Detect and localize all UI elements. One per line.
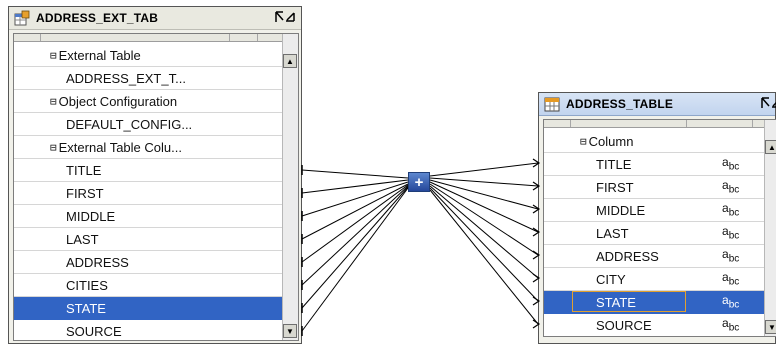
varchar-type-icon: abc (722, 270, 740, 288)
column-row-source[interactable]: SOURCE abc (544, 314, 776, 336)
column-row-middle[interactable]: MIDDLE abc (544, 199, 776, 222)
out-wire-state (429, 187, 539, 302)
wire-address (301, 184, 409, 263)
table-icon (544, 97, 560, 112)
group-row-external-table[interactable]: ⊟ External Table (14, 44, 298, 67)
address-ext-tab-operator[interactable]: ADDRESS_EXT_TAB ⊟ External Table ADDRESS… (8, 6, 302, 344)
group-row-external-table-columns[interactable]: ⊟ External Table Colu... (14, 136, 298, 159)
row-label: External Table Colu... (58, 139, 182, 155)
row-label: ADDRESS_EXT_T... (66, 70, 186, 86)
minimize-icon[interactable] (275, 10, 295, 24)
wire-source (301, 187, 409, 332)
wire-middle (301, 181, 409, 217)
varchar-type-icon: abc (722, 201, 740, 219)
varchar-type-icon: abc (722, 293, 740, 311)
address-ext-tab-header[interactable]: ADDRESS_EXT_TAB (9, 7, 301, 30)
varchar-type-icon: abc (722, 316, 740, 334)
out-wire-source (429, 189, 539, 325)
row-label: STATE (596, 294, 636, 310)
row-label: Object Configuration (58, 93, 178, 109)
minimize-icon[interactable] (761, 96, 776, 110)
attribute-row-address[interactable]: ADDRESS (14, 251, 298, 274)
vertical-scrollbar[interactable]: ▲ ▼ (764, 120, 776, 336)
column-row-address[interactable]: ADDRESS abc (544, 245, 776, 268)
row-label: MIDDLE (596, 202, 646, 218)
column-row-title[interactable]: TITLE abc (544, 153, 776, 176)
wire-first (301, 179, 409, 194)
out-wire-title (429, 162, 539, 177)
out-wire-first (429, 177, 539, 187)
operator-title: ADDRESS_TABLE (566, 97, 674, 111)
output-wires (429, 162, 539, 325)
column-row-city[interactable]: CITY abc (544, 268, 776, 291)
address-table-header[interactable]: ADDRESS_TABLE (539, 93, 776, 116)
out-wire-last (429, 181, 539, 233)
collapse-toggle-icon[interactable]: ⊟ (50, 95, 57, 108)
row-label: CITIES (66, 277, 108, 293)
row-label: LAST (596, 225, 629, 241)
wire-state (301, 186, 409, 309)
operator-title: ADDRESS_EXT_TAB (36, 11, 159, 25)
attribute-grid[interactable]: ⊟ Column TITLE abc FIRST abc MIDDLE abc … (543, 119, 776, 337)
attribute-row-last[interactable]: LAST (14, 228, 298, 251)
varchar-type-icon: abc (722, 247, 740, 265)
row-label: DEFAULT_CONFIG... (66, 116, 193, 132)
attribute-row-source[interactable]: SOURCE (14, 320, 298, 340)
row-label: External Table (58, 47, 141, 63)
input-wires (301, 169, 409, 332)
grid-header (14, 34, 298, 42)
scroll-up-button[interactable]: ▲ (765, 140, 776, 154)
row-label: SOURCE (596, 317, 652, 333)
collapse-toggle-icon[interactable]: ⊟ (50, 141, 57, 154)
collapse-toggle-icon[interactable]: ⊟ (580, 135, 587, 148)
group-row-object-configuration[interactable]: ⊟ Object Configuration (14, 90, 298, 113)
row-label: CITY (596, 271, 626, 287)
list-item[interactable]: ADDRESS_EXT_T... (14, 67, 298, 90)
attribute-row-title[interactable]: TITLE (14, 159, 298, 182)
row-label: MIDDLE (66, 208, 116, 224)
out-wire-address (429, 183, 539, 256)
collapse-toggle-icon[interactable]: ⊟ (50, 49, 57, 62)
scroll-down-button[interactable]: ▼ (283, 324, 297, 338)
row-label: LAST (66, 231, 99, 247)
out-wire-city (429, 185, 539, 279)
address-table-operator[interactable]: ADDRESS_TABLE ⊟ Column TITLE abc FIRST a… (538, 92, 776, 344)
attribute-row-middle[interactable]: MIDDLE (14, 205, 298, 228)
row-label: Column (588, 133, 634, 149)
wire-title (301, 169, 409, 179)
row-label: TITLE (596, 156, 632, 172)
scroll-down-button[interactable]: ▼ (765, 320, 776, 334)
row-label: STATE (66, 300, 106, 316)
group-row-column[interactable]: ⊟ Column (544, 130, 776, 153)
attribute-row-cities[interactable]: CITIES (14, 274, 298, 297)
grid-header (544, 120, 776, 128)
row-label: FIRST (596, 179, 634, 195)
column-row-state-selected[interactable]: STATE abc (544, 291, 776, 314)
wire-cities (301, 185, 409, 286)
join-operator-label: + (414, 173, 424, 191)
attribute-row-first[interactable]: FIRST (14, 182, 298, 205)
column-row-last[interactable]: LAST abc (544, 222, 776, 245)
attribute-grid[interactable]: ⊟ External Table ADDRESS_EXT_T... ⊟ Obje… (13, 33, 299, 341)
row-label: ADDRESS (66, 254, 129, 270)
varchar-type-icon: abc (722, 155, 740, 173)
wire-last (301, 183, 409, 240)
vertical-scrollbar[interactable]: ▲ ▼ (282, 34, 298, 340)
scroll-up-button[interactable]: ▲ (283, 54, 297, 68)
varchar-type-icon: abc (722, 178, 740, 196)
out-wire-middle (429, 179, 539, 210)
row-label: FIRST (66, 185, 104, 201)
join-operator-icon[interactable]: + (408, 172, 430, 192)
row-label: SOURCE (66, 323, 122, 339)
external-table-icon (14, 10, 30, 26)
list-item[interactable]: DEFAULT_CONFIG... (14, 113, 298, 136)
varchar-type-icon: abc (722, 224, 740, 242)
column-row-first[interactable]: FIRST abc (544, 176, 776, 199)
row-label: TITLE (66, 162, 102, 178)
attribute-row-state-selected[interactable]: STATE (14, 297, 298, 320)
row-label: ADDRESS (596, 248, 659, 264)
